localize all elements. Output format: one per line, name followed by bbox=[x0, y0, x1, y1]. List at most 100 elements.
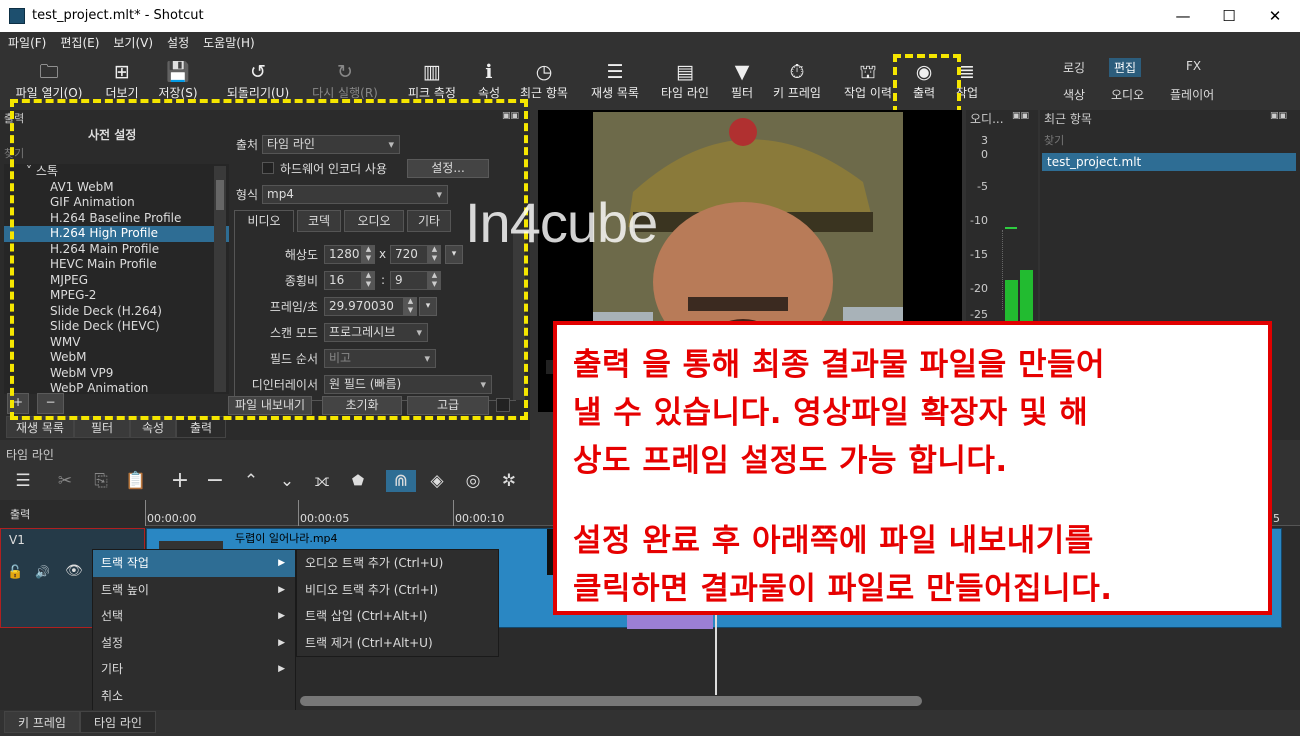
workspace-fx[interactable]: FX bbox=[1186, 59, 1201, 73]
folder-icon: 🗀 bbox=[39, 61, 59, 83]
meter-scale-label: 0 bbox=[981, 148, 988, 161]
open-other-button[interactable]: ⊞ 더보기 bbox=[97, 60, 147, 104]
split-icon[interactable]: ⟗ bbox=[307, 470, 337, 492]
recent-float-icon[interactable]: ▣▣ bbox=[1270, 111, 1287, 121]
peak-meter-button[interactable]: ▥ 피크 측정 bbox=[402, 60, 462, 104]
submenu-arrow-icon: ▶ bbox=[278, 558, 285, 568]
transition-block[interactable] bbox=[627, 615, 713, 629]
mute-icon[interactable]: 🔊 bbox=[35, 565, 50, 579]
marker-icon[interactable]: ⬟ bbox=[343, 470, 373, 492]
track-name: V1 bbox=[9, 533, 25, 547]
maximize-button[interactable]: ☐ bbox=[1206, 0, 1252, 32]
submenu-arrow-icon: ▶ bbox=[278, 584, 285, 595]
ruler-tick-end: 5 bbox=[1273, 512, 1280, 525]
window-title: test_project.mlt* - Shotcut bbox=[32, 8, 204, 23]
recent-search-input[interactable]: 찾기 bbox=[1044, 132, 1064, 148]
timeline-scrollbar[interactable] bbox=[300, 696, 922, 706]
workspace-logging[interactable]: 로깅 bbox=[1063, 59, 1085, 76]
insert-track-item[interactable]: 트랙 삽입 (Ctrl+Alt+I) bbox=[297, 603, 498, 630]
watermark: In4cube bbox=[465, 191, 658, 254]
ruler-tick-5: 00:00:05 bbox=[300, 512, 350, 525]
timeline-menu-icon[interactable]: ☰ bbox=[8, 470, 38, 492]
stopwatch-icon: ⏱ bbox=[789, 61, 805, 83]
export-panel-highlight-box bbox=[10, 99, 528, 420]
undo-icon: ↺ bbox=[250, 61, 266, 83]
add-video-track-item[interactable]: 비디오 트랙 추가 (Ctrl+I) bbox=[297, 577, 498, 604]
remove-track-item[interactable]: 트랙 제거 (Ctrl+Alt+U) bbox=[297, 630, 498, 657]
meter-scale-label: 3 bbox=[981, 134, 988, 147]
menu-view[interactable]: 보기(V) bbox=[105, 32, 159, 51]
snap-icon[interactable]: ⋒ bbox=[386, 470, 416, 492]
export-highlight-box bbox=[893, 54, 961, 114]
paste-icon[interactable]: 📋 bbox=[121, 470, 151, 492]
annotation-line-4: 설정 완료 후 아래쪽에 파일 내보내기를 bbox=[573, 523, 1094, 559]
save-icon: 💾 bbox=[166, 61, 190, 83]
recent-item[interactable]: test_project.mlt bbox=[1042, 153, 1296, 171]
audio-meter-title: 오디... bbox=[970, 112, 1004, 126]
add-audio-track-item[interactable]: 오디오 트랙 추가 (Ctrl+U) bbox=[297, 550, 498, 577]
workspace-editing[interactable]: 편집 bbox=[1109, 58, 1142, 77]
lift-icon[interactable]: ⌃ bbox=[236, 470, 266, 492]
menu-track-operations[interactable]: 트랙 작업 ▶ bbox=[93, 550, 295, 577]
menu-settings[interactable]: 설정 ▶ bbox=[93, 630, 295, 657]
keyframes-button[interactable]: ⏱ 키 프레임 bbox=[766, 60, 828, 104]
menu-file[interactable]: 파일(F) bbox=[0, 32, 52, 51]
redo-button[interactable]: ↻ 다시 실행(R) bbox=[305, 60, 385, 104]
undo-button[interactable]: ↺ 되돌리기(U) bbox=[220, 60, 296, 104]
menu-help[interactable]: 도움말(H) bbox=[195, 32, 261, 51]
workspace-audio[interactable]: 오디오 bbox=[1111, 86, 1144, 103]
bottom-tab-timeline[interactable]: 타임 라인 bbox=[80, 711, 156, 733]
history-icon: ⛫ bbox=[859, 61, 877, 83]
timeline-button[interactable]: ▤ 타임 라인 bbox=[654, 60, 716, 104]
timeline-icon: ▤ bbox=[676, 61, 694, 83]
timeline-title: 타임 라인 bbox=[6, 448, 54, 462]
info-icon: ℹ bbox=[485, 61, 493, 83]
recent-button[interactable]: ◷ 최근 항목 bbox=[515, 60, 573, 104]
menu-cancel[interactable]: 취소 bbox=[93, 683, 295, 710]
meter-scale-label: -10 bbox=[970, 214, 988, 227]
list-icon: ☰ bbox=[606, 61, 624, 83]
copy-icon[interactable]: ⎘ bbox=[86, 470, 116, 492]
ripple-all-icon[interactable]: ✲ bbox=[494, 470, 524, 492]
submenu-arrow-icon: ▶ bbox=[278, 637, 285, 648]
cut-icon[interactable]: ✂ bbox=[50, 470, 80, 492]
meter-float-icon[interactable]: ▣▣ bbox=[1012, 111, 1029, 121]
ruler-tick-10: 00:00:10 bbox=[455, 512, 505, 525]
save-button[interactable]: 💾 저장(S) bbox=[152, 60, 204, 104]
output-track-header: 출력 bbox=[0, 500, 145, 526]
workspace-player[interactable]: 플레이어 bbox=[1170, 86, 1214, 103]
meter-scale-label: -20 bbox=[970, 282, 988, 295]
clip-name: 두렵이 일어나라.mp4 bbox=[235, 532, 338, 545]
clock-icon: ◷ bbox=[535, 61, 553, 83]
annotation-line-5: 클릭하면 결과물이 파일로 만들어집니다. bbox=[573, 571, 1113, 607]
ruler-tick-0: 00:00:00 bbox=[147, 512, 197, 525]
open-file-button[interactable]: 🗀 파일 열기(O) bbox=[8, 60, 90, 104]
meter-icon: ▥ bbox=[423, 61, 441, 83]
menu-edit[interactable]: 편집(E) bbox=[52, 32, 105, 51]
menu-settings[interactable]: 설정 bbox=[159, 32, 195, 51]
minimize-button[interactable]: — bbox=[1160, 0, 1206, 32]
scrub-icon[interactable]: ◈ bbox=[422, 470, 452, 492]
meter-scale-label: -15 bbox=[970, 248, 988, 261]
properties-button[interactable]: ℹ 속성 bbox=[472, 60, 506, 104]
menu-other[interactable]: 기타 ▶ bbox=[93, 656, 295, 683]
workspace-color[interactable]: 색상 bbox=[1063, 86, 1085, 103]
filters-button[interactable]: ▼ 필터 bbox=[724, 60, 760, 104]
append-icon[interactable]: + bbox=[165, 470, 195, 492]
meter-scale-label: -5 bbox=[977, 180, 988, 193]
history-button[interactable]: ⛫ 작업 이력 bbox=[838, 60, 898, 104]
menu-track-height[interactable]: 트랙 높이 ▶ bbox=[93, 577, 295, 604]
eye-icon[interactable]: 👁 bbox=[65, 563, 83, 579]
window-titlebar: test_project.mlt* - Shotcut — ☐ ✕ bbox=[0, 0, 1300, 32]
playlist-button[interactable]: ☰ 재생 목록 bbox=[585, 60, 645, 104]
overwrite-icon[interactable]: ⌄ bbox=[272, 470, 302, 492]
close-button[interactable]: ✕ bbox=[1252, 0, 1298, 32]
ripple-icon[interactable]: ◎ bbox=[458, 470, 488, 492]
annotation-callout: 출력 을 통해 최종 결과물 파일을 만들어 낼 수 있습니다. 영상파일 확장… bbox=[553, 321, 1272, 615]
remove-icon[interactable]: − bbox=[200, 470, 230, 492]
lock-icon[interactable]: 🔓 bbox=[7, 565, 23, 580]
menu-select[interactable]: 선택 ▶ bbox=[93, 603, 295, 630]
bottom-tab-keyframes[interactable]: 키 프레임 bbox=[4, 711, 80, 733]
recent-title: 최근 항목 bbox=[1044, 112, 1092, 126]
submenu-arrow-icon: ▶ bbox=[278, 664, 285, 674]
